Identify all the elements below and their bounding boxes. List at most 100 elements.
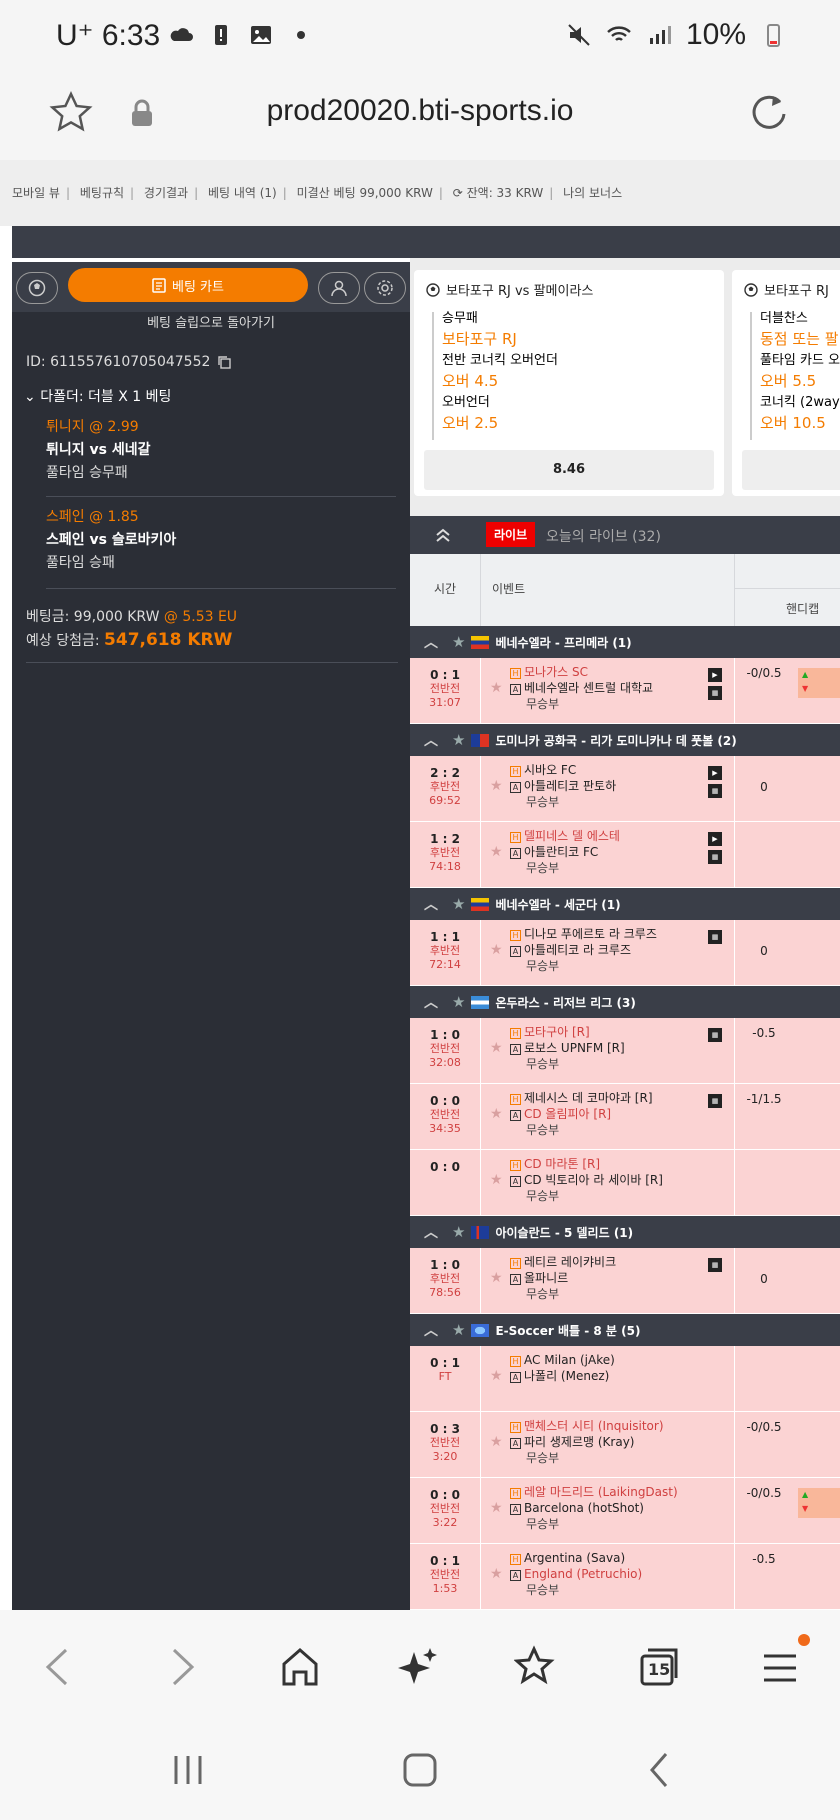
event-row[interactable]: 0 : 0 ★ H CD 마라톤 [R] A CD 빅토리아 라 세이바 [R] 무승부 [410, 1150, 840, 1216]
stats-tracker-icon[interactable]: ▦ [708, 784, 722, 798]
handicap-value[interactable]: -0/0.5 [736, 1486, 792, 1500]
combo-card[interactable]: 보타포구 RJ 더블찬스 동점 또는 팔 풀타임 카드 오 오버 5.5 코너킥… [732, 270, 840, 496]
favorite-star-icon[interactable]: ★ [452, 895, 465, 913]
event-score: 0 : 0 [430, 1160, 460, 1174]
account-button[interactable] [318, 272, 360, 304]
handicap-value[interactable]: 0 [736, 944, 792, 958]
favorite-star-icon[interactable]: ★ [452, 633, 465, 651]
handicap-value[interactable]: -1/1.5 [736, 1092, 792, 1106]
handicap-value[interactable]: -0.5 [736, 1552, 792, 1566]
favorite-star-icon[interactable]: ★ [452, 731, 465, 749]
today-live-tab[interactable]: 오늘의 라이브 (32) [546, 526, 661, 546]
event-row[interactable]: 0 : 1 전반전 31:07 ★ H 모나가스 SC A 베네수엘라 센트럴 대학교 무승부 ▶… [410, 658, 840, 724]
link-mobile-view[interactable]: 모바일 뷰 [12, 186, 60, 200]
event-row[interactable]: 0 : 1 전반전 1:53 ★ H Argentina (Sava) A England (… [410, 1544, 840, 1610]
live-badge[interactable]: 라이브 [486, 522, 536, 547]
event-row[interactable]: 0 : 0 전반전 3:22 ★ H 레알 마드리드 (LaikingDast) A Barc… [410, 1478, 840, 1544]
league-collapse-icon[interactable]: ︿ [410, 730, 452, 750]
sparkle-icon[interactable] [396, 1644, 440, 1690]
league-collapse-icon[interactable]: ︿ [410, 992, 452, 1012]
handicap-value[interactable]: -0/0.5 [736, 1420, 792, 1434]
forward-arrow-icon[interactable] [164, 1644, 200, 1690]
handicap-value[interactable]: 0 [736, 780, 792, 794]
balance-refresh-icon[interactable]: ⟳ [453, 186, 463, 200]
link-bet-history[interactable]: 베팅 내역 (1) [208, 186, 277, 200]
link-bet-rules[interactable]: 베팅규칙 [80, 186, 124, 200]
sports-button[interactable] [16, 272, 58, 304]
bet-cart-tab[interactable]: 베팅 카트 [68, 268, 308, 302]
event-row[interactable]: 1 : 2 후반전 74:18 ★ H 델피네스 델 에스테 A 아틀란티코 FC 무승부 ▶ ▦ [410, 822, 840, 888]
favorite-star-icon[interactable]: ★ [452, 1223, 465, 1241]
combo-odds-button[interactable]: 8.46 [424, 450, 714, 490]
event-favorite-star-icon[interactable]: ★ [490, 942, 503, 958]
handicap-value[interactable]: -0/0.5 [736, 666, 792, 680]
play-video-icon[interactable]: ▶ [708, 766, 722, 780]
system-back-icon[interactable] [640, 1750, 680, 1790]
collapse-chevron-icon[interactable] [434, 526, 452, 544]
stats-tracker-icon[interactable]: ▦ [708, 1094, 722, 1108]
event-score: 0 : 0 [430, 1094, 460, 1108]
league-header[interactable]: ︿ ★ 아이슬란드 - 5 델리드 (1) [410, 1216, 840, 1248]
home-icon[interactable] [278, 1644, 322, 1690]
event-favorite-star-icon[interactable]: ★ [490, 1172, 503, 1188]
event-favorite-star-icon[interactable]: ★ [490, 1270, 503, 1286]
event-favorite-star-icon[interactable]: ★ [490, 1106, 503, 1122]
bookmarks-star-icon[interactable] [514, 1644, 560, 1690]
link-unsettled[interactable]: 미결산 베팅 99,000 KRW [297, 186, 433, 200]
league-collapse-icon[interactable]: ︿ [410, 894, 452, 914]
event-row[interactable]: 0 : 1 FT ★ H AC Milan (jAke) A 나폴리 (Menez) [410, 1346, 840, 1412]
league-header[interactable]: ︿ ★ 베네수엘라 - 프리메라 (1) [410, 626, 840, 658]
stats-tracker-icon[interactable]: ▦ [708, 1028, 722, 1042]
handicap-value[interactable]: -0.5 [736, 1026, 792, 1040]
play-video-icon[interactable]: ▶ [708, 832, 722, 846]
favorite-star-icon[interactable]: ★ [452, 993, 465, 1011]
event-row[interactable]: 0 : 3 전반전 3:20 ★ H 맨체스터 시티 (Inquisitor) A 파리 생제… [410, 1412, 840, 1478]
odds-change-indicator[interactable]: ▲ ▼ [798, 668, 840, 698]
stats-tracker-icon[interactable]: ▦ [708, 930, 722, 944]
handicap-value[interactable]: 0 [736, 1272, 792, 1286]
league-header[interactable]: ︿ ★ 온두라스 - 리저브 리그 (3) [410, 986, 840, 1018]
combo-card[interactable]: 보타포구 RJ vs 팔메이라스 승무패 보타포구 RJ 전반 코너킥 오버언더… [414, 270, 724, 496]
league-header[interactable]: ︿ ★ 도미니카 공화국 - 리가 도미니카나 데 풋볼 (2) [410, 724, 840, 756]
odds-change-indicator[interactable]: ▲ ▼ [798, 1488, 840, 1518]
event-row[interactable]: 1 : 1 후반전 72:14 ★ H 디나모 푸에르토 라 크루즈 A 아틀레티코 라 크루… [410, 920, 840, 986]
league-collapse-icon[interactable]: ︿ [410, 632, 452, 652]
menu-button[interactable] [760, 1634, 810, 1694]
event-favorite-star-icon[interactable]: ★ [490, 1368, 503, 1384]
event-favorite-star-icon[interactable]: ★ [490, 680, 503, 696]
link-my-bonus[interactable]: 나의 보너스 [563, 186, 622, 200]
league-header[interactable]: ︿ ★ E-Soccer 배틀 - 8 분 (5) [410, 1314, 840, 1346]
stats-tracker-icon[interactable]: ▦ [708, 1258, 722, 1272]
event-row[interactable]: 1 : 0 후반전 78:56 ★ H 레티르 레이캬비크 A 올파니르 무승부 ▦ 0 [410, 1248, 840, 1314]
event-favorite-star-icon[interactable]: ★ [490, 778, 503, 794]
event-row[interactable]: 2 : 2 후반전 69:52 ★ H 시바오 FC A 아틀레티코 판토하 무승부 ▶ ▦ 0 [410, 756, 840, 822]
stats-tracker-icon[interactable]: ▦ [708, 850, 722, 864]
system-home-icon[interactable] [400, 1750, 440, 1790]
balance-text: 잔액: 33 KRW [466, 186, 544, 200]
league-collapse-icon[interactable]: ︿ [410, 1222, 452, 1242]
stats-tracker-icon[interactable]: ▦ [708, 686, 722, 700]
event-favorite-star-icon[interactable]: ★ [490, 1040, 503, 1056]
event-favorite-star-icon[interactable]: ★ [490, 1500, 503, 1516]
event-favorite-star-icon[interactable]: ★ [490, 844, 503, 860]
event-favorite-star-icon[interactable]: ★ [490, 1566, 503, 1582]
event-favorite-star-icon[interactable]: ★ [490, 1434, 503, 1450]
tabs-button[interactable]: 15 [636, 1644, 682, 1694]
event-row[interactable]: 0 : 0 전반전 34:35 ★ H 제네시스 데 코마야과 [R] A CD 올림피아 [… [410, 1084, 840, 1150]
league-header[interactable]: ︿ ★ 베네수엘라 - 세군다 (1) [410, 888, 840, 920]
back-to-betslip-link[interactable]: 베팅 슬립으로 돌아가기 [12, 312, 410, 336]
recents-icon[interactable] [168, 1750, 208, 1790]
favorite-star-icon[interactable]: ★ [452, 1321, 465, 1339]
league-collapse-icon[interactable]: ︿ [410, 1320, 452, 1340]
bet-pick: 스페인 @ 1.85 스페인 vs 슬로바키아 풀타임 승패 [46, 506, 396, 575]
back-arrow-icon[interactable] [40, 1644, 76, 1690]
settings-button[interactable] [364, 272, 406, 304]
multi-bet-toggle[interactable]: ⌄ 다폴더: 더블 X 1 베팅 [24, 386, 171, 406]
play-video-icon[interactable]: ▶ [708, 668, 722, 682]
copy-icon[interactable] [216, 354, 232, 370]
reload-icon[interactable] [746, 90, 792, 136]
link-results[interactable]: 경기결과 [144, 186, 188, 200]
event-row[interactable]: 1 : 0 전반전 32:08 ★ H 모타구아 [R] A 로보스 UPNFM [R] 무승부… [410, 1018, 840, 1084]
url-text[interactable]: prod20020.bti-sports.io [0, 94, 840, 128]
combo-odds-button[interactable] [742, 450, 840, 490]
